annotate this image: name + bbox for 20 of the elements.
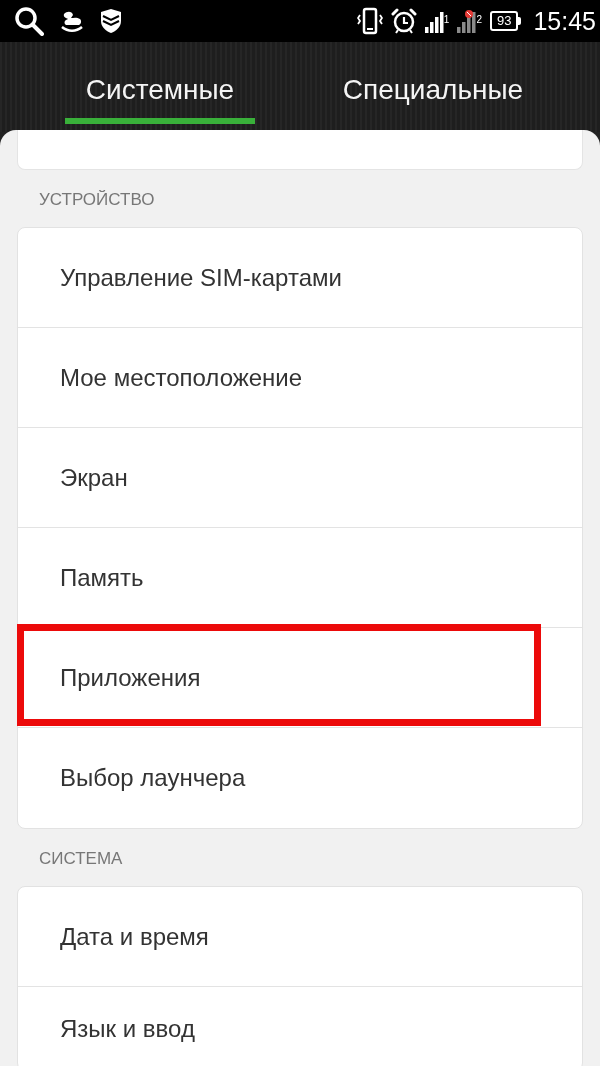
rocking-horse-icon <box>60 10 84 32</box>
settings-item[interactable]: Мое местоположение <box>18 328 582 428</box>
settings-item[interactable]: Приложения <box>18 628 582 728</box>
clock-time: 15:45 <box>533 6 596 36</box>
settings-item[interactable]: Дата и время <box>18 887 582 987</box>
sim-number: 1 <box>443 15 450 25</box>
settings-item[interactable]: Выбор лаунчера <box>18 728 582 828</box>
settings-item[interactable]: Управление SIM-картами <box>18 228 582 328</box>
settings-item[interactable]: Экран <box>18 428 582 528</box>
sim-number: 2 <box>476 15 482 25</box>
settings-item[interactable]: Язык и ввод <box>18 987 582 1066</box>
search-icon <box>14 6 44 36</box>
battery-indicator: 93 <box>489 11 522 31</box>
tab[interactable]: Специальные <box>333 68 533 124</box>
alarm-clock-icon <box>390 8 417 34</box>
vibrate-icon <box>356 7 383 35</box>
section-header: УСТРОЙСТВО <box>38 189 156 211</box>
settings-item[interactable]: Память <box>18 528 582 628</box>
section-header: СИСТЕМА <box>38 848 124 870</box>
shield-icon <box>100 9 122 33</box>
